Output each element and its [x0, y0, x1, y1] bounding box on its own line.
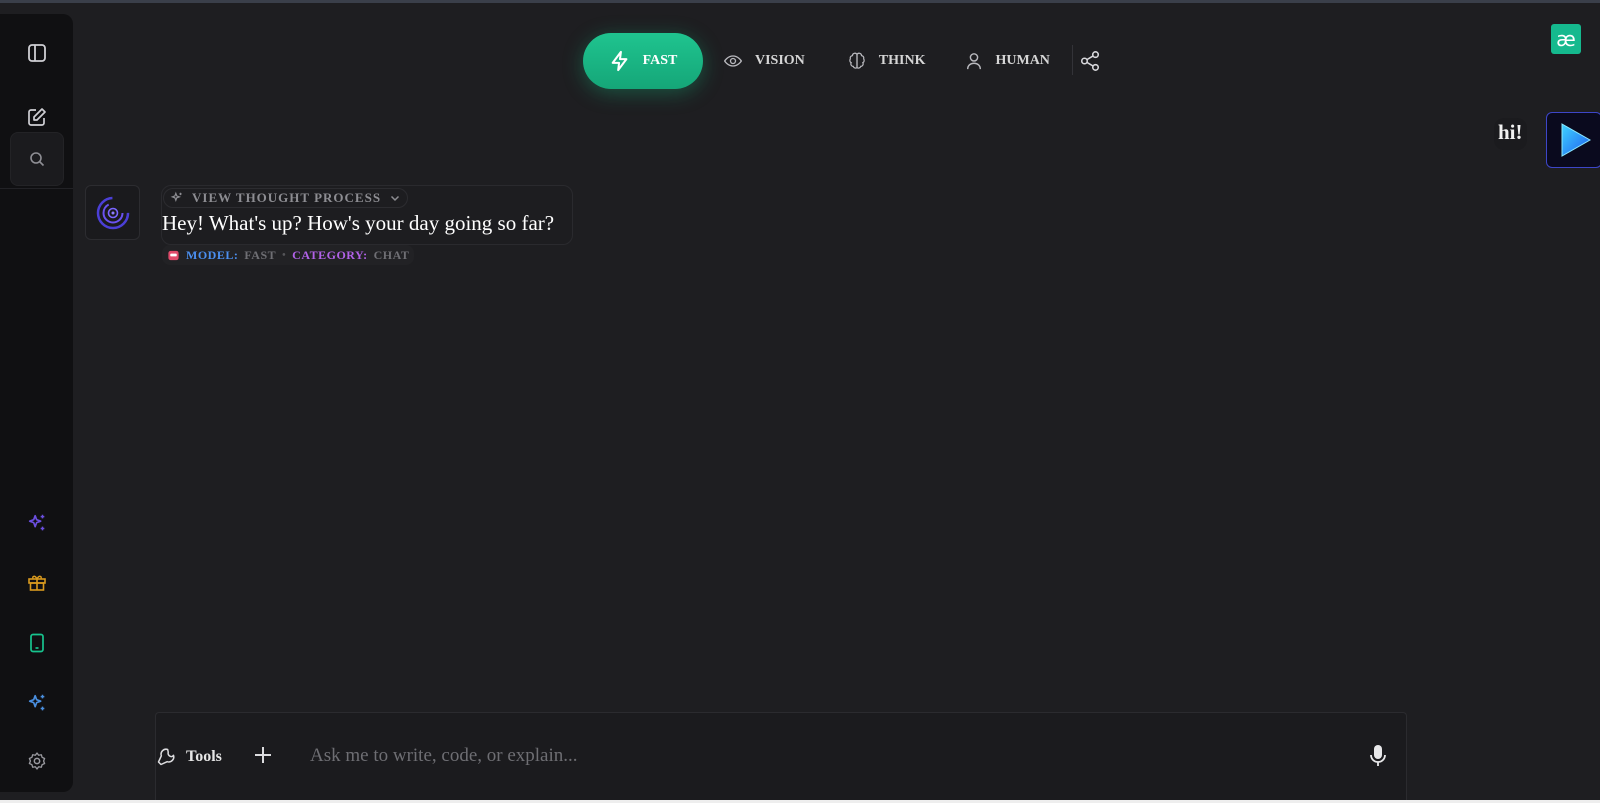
search-icon[interactable] [10, 132, 64, 186]
mode-selector: FAST VISION THINK HUMAN [583, 33, 1103, 89]
robot-icon [168, 250, 179, 260]
sparkles-icon-secondary[interactable] [10, 676, 64, 730]
settings-icon[interactable] [10, 734, 64, 788]
microphone-button[interactable] [1365, 742, 1391, 770]
tools-button[interactable]: Tools [156, 745, 222, 769]
mode-vision-button[interactable]: VISION [723, 33, 805, 89]
sidebar [0, 14, 73, 792]
mode-fast-label: FAST [642, 53, 678, 68]
mode-fast-button[interactable]: FAST [583, 33, 703, 89]
assistant-message-text: Hey! What's up? How's your day going so … [162, 211, 555, 235]
message-meta-badge: MODEL: FAST • CATEGORY: CHAT [162, 245, 415, 265]
add-attachment-button[interactable] [250, 742, 276, 768]
panel-toggle-icon[interactable] [10, 26, 64, 80]
tablet-icon[interactable] [10, 616, 64, 670]
user-icon [967, 53, 982, 70]
view-thought-process-button[interactable]: VIEW THOUGHT PROCESS [163, 188, 409, 208]
window-top-border [0, 0, 1600, 3]
chevron-down-icon [391, 195, 400, 202]
mode-vision-label: VISION [755, 53, 805, 68]
brand-logo-text: æ [1556, 27, 1576, 51]
model-key: MODEL: [186, 247, 239, 262]
sidebar-divider [0, 188, 73, 189]
brain-icon [849, 52, 865, 69]
sparkles-icon [170, 191, 182, 203]
eye-icon [723, 55, 743, 67]
meta-separator: • [282, 249, 287, 261]
user-message: hi! [1494, 118, 1527, 150]
microphone-icon [1370, 745, 1386, 766]
category-value: CHAT [373, 247, 410, 262]
tools-label: Tools [186, 748, 222, 765]
share-icon[interactable] [1075, 48, 1105, 74]
mode-think-label: THINK [878, 53, 926, 68]
category-key: CATEGORY: [292, 247, 368, 262]
wrench-icon [157, 748, 175, 766]
prompt-input[interactable] [310, 740, 1310, 772]
gift-icon[interactable] [10, 555, 64, 609]
sparkles-icon[interactable] [10, 496, 64, 550]
mode-human-button[interactable]: HUMAN [965, 33, 1050, 89]
lightning-icon [611, 50, 628, 72]
plus-icon [255, 747, 271, 763]
mode-divider [1072, 45, 1073, 75]
thought-process-label: VIEW THOUGHT PROCESS [192, 190, 382, 205]
user-avatar[interactable] [1546, 112, 1600, 168]
mode-human-label: HUMAN [995, 53, 1050, 68]
mode-think-button[interactable]: THINK [847, 33, 926, 89]
assistant-avatar [85, 185, 140, 240]
brand-logo[interactable]: æ [1551, 24, 1581, 54]
model-value: FAST [244, 247, 277, 262]
